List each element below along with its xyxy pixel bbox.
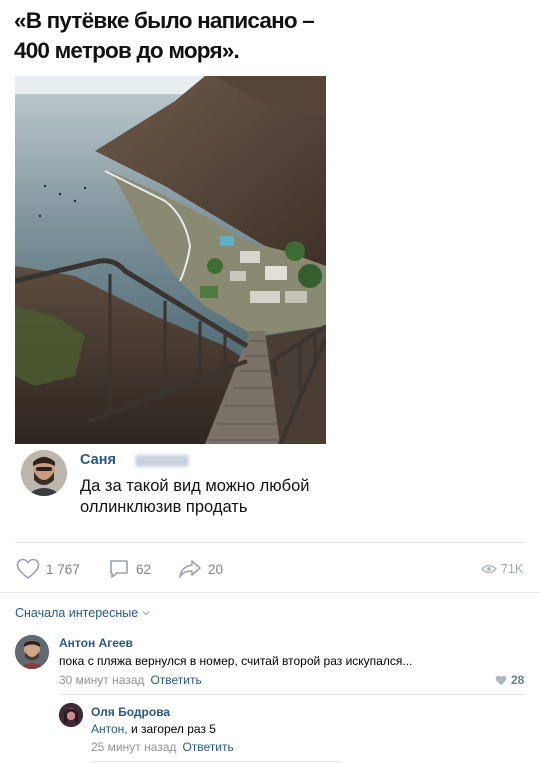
comment-icon xyxy=(110,560,128,578)
blurred-surname xyxy=(135,455,189,467)
comment-time[interactable]: 30 минут назад xyxy=(59,673,144,687)
like-count: 1 767 xyxy=(46,561,80,577)
comment-text: Антон, и загорел раз 5 xyxy=(91,722,216,736)
user-avatar-icon xyxy=(59,703,83,727)
comment-author[interactable]: Саня xyxy=(80,452,116,468)
divider xyxy=(15,542,526,543)
comment-author[interactable]: Оля Бодрова xyxy=(91,705,170,719)
reply-button[interactable]: Ответить xyxy=(150,673,201,687)
avatar[interactable] xyxy=(21,450,67,496)
user-avatar-icon xyxy=(21,450,67,496)
comment-button[interactable]: 62 xyxy=(108,558,151,580)
avatar[interactable] xyxy=(15,635,49,669)
reply-button[interactable]: Ответить xyxy=(182,740,233,754)
views-counter: 71K xyxy=(481,558,523,580)
comment-text: Да за такой вид можно любой оллинклюзив … xyxy=(80,477,310,516)
user-avatar-icon xyxy=(15,635,49,669)
like-button[interactable]: 1 767 xyxy=(16,558,80,580)
comment-like-count: 28 xyxy=(511,673,525,687)
share-button[interactable]: 20 xyxy=(178,558,223,580)
comment-author[interactable]: Антон Агеев xyxy=(59,636,133,650)
avatar[interactable] xyxy=(59,703,83,727)
stairs-photo-illustration xyxy=(15,76,326,444)
divider xyxy=(0,592,540,593)
comment-meta: 30 минут назад Ответить xyxy=(59,673,202,687)
comment-count: 62 xyxy=(136,561,152,577)
reply-text: и загорел раз 5 xyxy=(127,722,216,736)
heart-icon xyxy=(16,558,40,580)
comment-time[interactable]: 25 минут назад xyxy=(91,740,176,754)
comment-like-button[interactable]: 28 xyxy=(495,673,524,687)
comment-text: пока с пляжа вернулся в номер, считай вт… xyxy=(59,654,413,668)
divider xyxy=(59,694,526,695)
sort-label: Сначала интересные xyxy=(15,606,139,620)
eye-icon xyxy=(481,564,497,574)
views-count: 71K xyxy=(501,562,524,576)
heart-icon xyxy=(495,675,507,685)
chevron-down-icon xyxy=(142,611,150,616)
post-title: «В путёвке было написано – 400 метров до… xyxy=(14,8,315,63)
share-icon xyxy=(179,560,201,578)
quoted-comment-card: Саня Да за такой вид можно любой оллинкл… xyxy=(16,446,336,526)
share-count: 20 xyxy=(208,561,224,577)
divider xyxy=(91,761,341,762)
comments-sort-dropdown[interactable]: Сначала интересные xyxy=(15,606,150,620)
reply-mention[interactable]: Антон, xyxy=(91,722,128,736)
post-photo[interactable] xyxy=(15,76,326,444)
comment-meta: 25 минут назад Ответить xyxy=(91,740,234,754)
